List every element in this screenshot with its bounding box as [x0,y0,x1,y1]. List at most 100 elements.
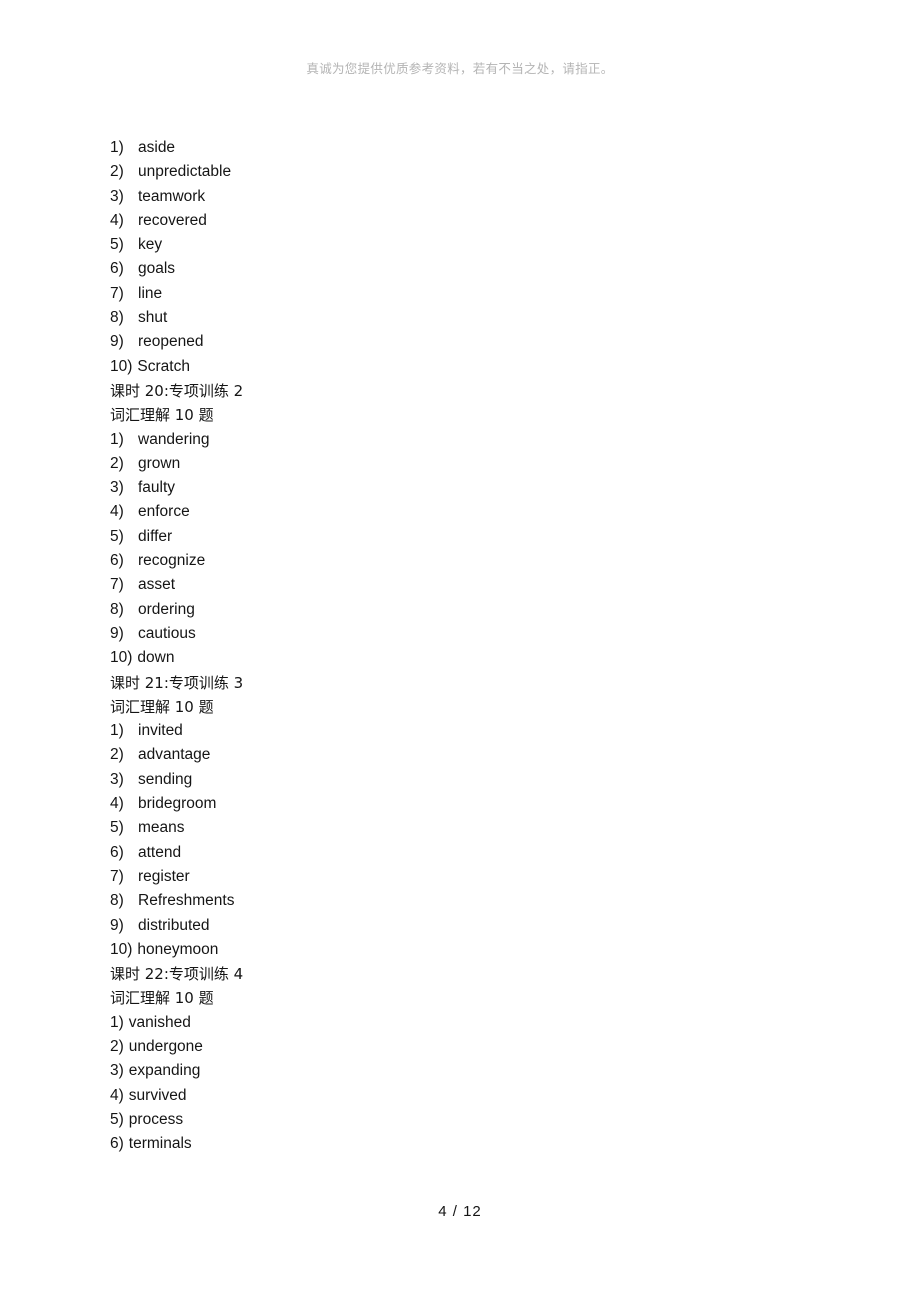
list-item-marker: 2) [110,163,124,181]
list-item-marker: 6) [110,260,124,278]
list-item-marker: 6) [110,552,124,570]
list-item-marker: 1) [110,430,124,448]
section-subtitle: 词汇理解 10 题 [110,403,810,427]
list-item-marker: 6) [110,843,124,861]
list-item-word: differ [138,527,173,545]
list-item-word: survived [128,1086,187,1104]
list-item-word: ordering [138,600,195,618]
list-item-marker: 2) [110,746,124,764]
list-item: 3) expanding [110,1059,810,1083]
list-item-word: honeymoon [137,940,219,958]
section-subtitle-text: 词汇理解 10 题 [110,989,214,1008]
list-item-word: expanding [128,1062,201,1080]
list-item-marker: 1) [110,722,124,740]
list-item: 3) sending [110,768,810,792]
list-item: 1) wandering [110,428,810,452]
list-item-marker: 8) [110,892,124,910]
list-item-word: line [138,284,163,302]
list-item-word: attend [138,843,182,861]
list-item-word: recognize [138,552,206,570]
list-item-word: teamwork [138,187,206,205]
list-item: 4) recovered [110,209,810,233]
answer-list-continued: 1) aside 2) unpredictable 3) teamwork 4) rec… [110,136,810,379]
list-item-word: enforce [138,503,190,521]
list-item-word: vanished [128,1013,191,1031]
list-item-marker: 7) [110,867,124,885]
list-item: 9) distributed [110,914,810,938]
list-item: 8) ordering [110,598,810,622]
list-item: 6) terminals [110,1132,810,1156]
list-item-marker: 4) [110,795,124,813]
list-item: 3) faulty [110,476,810,500]
list-item-word: sending [138,770,193,788]
list-item-word: asset [138,576,176,594]
list-item-word: invited [138,722,183,740]
section-title-text: 课时 21:专项训练 3 [110,673,244,692]
list-item-word: Refreshments [138,892,235,910]
list-item-word: goals [138,260,176,278]
list-item: 8) shut [110,306,810,330]
list-item-marker: 10) [110,357,133,375]
list-item-word: recovered [138,211,207,229]
list-item: 10) Scratch [110,355,810,379]
list-item: 2) grown [110,452,810,476]
list-item-marker: 1) [110,1013,124,1031]
list-item-marker: 6) [110,1135,124,1153]
list-item-word: undergone [128,1037,203,1055]
list-item-word: faulty [138,479,176,497]
list-item-word: key [138,236,163,254]
list-item: 5) key [110,233,810,257]
list-item: 5) process [110,1108,810,1132]
section-title: 课时 22:专项训练 4 [110,962,810,986]
list-item-marker: 9) [110,624,124,642]
section-subtitle-text: 词汇理解 10 题 [110,406,214,425]
list-item-marker: 5) [110,819,124,837]
list-item-marker: 3) [110,770,124,788]
page-footer: 4 / 12 [438,1203,482,1220]
list-item-marker: 8) [110,309,124,327]
list-item-word: aside [138,139,176,156]
list-item-word: reopened [138,333,204,351]
list-item: 4) enforce [110,500,810,524]
list-item-word: process [128,1110,184,1128]
list-item-marker: 4) [110,503,124,521]
list-item: 9) cautious [110,622,810,646]
list-item-word: wandering [138,430,210,448]
list-item-marker: 7) [110,284,124,302]
list-item: 2) undergone [110,1035,810,1059]
list-item: 7) asset [110,573,810,597]
section-subtitle: 词汇理解 10 题 [110,986,810,1010]
page-header-note: 真诚为您提供优质参考资料，若有不当之处，请指正。 [306,62,614,76]
list-item-word: unpredictable [138,163,232,181]
list-item: 6) attend [110,841,810,865]
list-item-word: register [138,867,190,885]
section-title: 课时 20:专项训练 2 [110,379,810,403]
list-item-marker: 9) [110,916,124,934]
list-item: 2) advantage [110,743,810,767]
list-item: 1) vanished [110,1011,810,1035]
list-item-marker: 3) [110,187,124,205]
section-subtitle: 词汇理解 10 题 [110,695,810,719]
answer-list-lesson-21: 1) invited 2) advantage 3) sending 4) brideg… [110,719,810,962]
list-item-marker: 8) [110,600,124,618]
list-item-word: cautious [138,624,196,642]
list-item-word: grown [138,454,181,472]
document-body: 1) aside 2) unpredictable 3) teamwork 4) rec… [110,136,810,1156]
section-title-text: 课时 20:专项训练 2 [110,381,244,400]
list-item: 10) honeymoon [110,938,810,962]
section-title: 课时 21:专项训练 3 [110,671,810,695]
list-item-marker: 10) [110,649,133,667]
list-item-marker: 9) [110,333,124,351]
list-item: 5) differ [110,525,810,549]
list-item-marker: 5) [110,236,124,254]
list-item: 7) register [110,865,810,889]
answer-list-lesson-22: 1) vanished 2) undergone 3) expanding 4) sur… [110,1011,810,1157]
list-item: 1) invited [110,719,810,743]
list-item-word: Scratch [137,357,190,375]
list-item: 1) aside [110,136,810,160]
list-item-marker: 5) [110,527,124,545]
list-item: 3) teamwork [110,185,810,209]
list-item-word: bridegroom [138,795,217,813]
section-subtitle-text: 词汇理解 10 题 [110,697,214,716]
list-item: 2) unpredictable [110,160,810,184]
